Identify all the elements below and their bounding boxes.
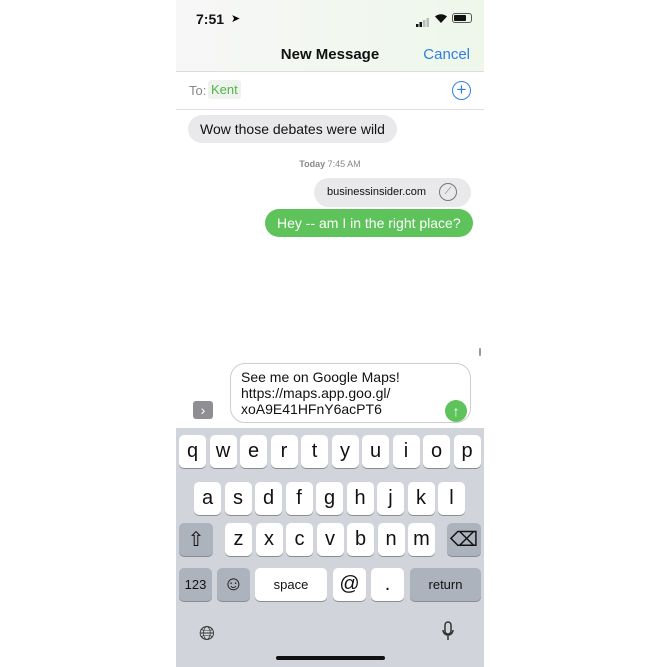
key-z[interactable]: z bbox=[225, 523, 252, 556]
key-m[interactable]: m bbox=[408, 523, 435, 556]
timestamp-day: Today bbox=[299, 159, 326, 169]
to-label: To: bbox=[189, 83, 207, 98]
home-indicator bbox=[276, 656, 385, 660]
received-message: Wow those debates were wild bbox=[188, 115, 397, 143]
key-k[interactable]: k bbox=[407, 482, 435, 515]
key-v[interactable]: v bbox=[316, 523, 344, 556]
location-icon: ➤ bbox=[231, 13, 241, 25]
shift-key[interactable]: ⇧ bbox=[179, 523, 213, 556]
add-contact-button[interactable]: + bbox=[452, 81, 471, 100]
key-y[interactable]: y bbox=[331, 435, 359, 468]
to-field[interactable]: To: Kent + bbox=[176, 72, 484, 110]
phone-screen: 7:51 ➤ New Message Cancel To: Kent + Wow… bbox=[176, 0, 484, 667]
key-c[interactable]: c bbox=[286, 523, 313, 556]
microphone-icon[interactable] bbox=[442, 621, 454, 645]
key-i[interactable]: i bbox=[392, 435, 420, 468]
key-q[interactable]: q bbox=[179, 435, 206, 468]
key-d[interactable]: d bbox=[255, 482, 282, 515]
scrollbar[interactable] bbox=[479, 348, 481, 356]
period-key[interactable]: . bbox=[371, 568, 404, 601]
wifi-icon bbox=[434, 11, 448, 29]
space-key[interactable]: space bbox=[255, 568, 327, 601]
delete-key[interactable]: ⌫ bbox=[447, 523, 481, 556]
compass-icon: ⟋ bbox=[439, 183, 457, 201]
key-x[interactable]: x bbox=[255, 523, 283, 556]
keyboard: q w e r t y u i o p a s d f g h j k l z x c v b n m ⇧ ⌫ 123 ☺ space @. r… bbox=[176, 428, 484, 667]
compose-line: See me on Google Maps! bbox=[241, 369, 400, 385]
key-b[interactable]: b bbox=[347, 523, 374, 556]
key-w[interactable]: w bbox=[209, 435, 237, 468]
header: 7:51 ➤ New Message Cancel bbox=[176, 0, 484, 72]
recipient-chip[interactable]: Kent bbox=[208, 80, 241, 99]
key-g[interactable]: g bbox=[316, 482, 343, 515]
link-preview[interactable]: businessinsider.com ⟋ bbox=[314, 178, 471, 207]
key-t[interactable]: t bbox=[301, 435, 328, 468]
sent-message: Hey -- am I in the right place? bbox=[265, 209, 473, 237]
return-key[interactable]: return bbox=[410, 568, 481, 601]
timestamp: Today 7:45 AM bbox=[176, 159, 484, 169]
numbers-key[interactable]: 123 bbox=[179, 568, 212, 601]
compose-line: xoA9E41HFnY6acPT6 bbox=[241, 401, 382, 417]
at-key[interactable]: @ bbox=[333, 568, 366, 601]
cancel-button[interactable]: Cancel bbox=[423, 46, 470, 63]
key-f[interactable]: f bbox=[285, 482, 313, 515]
key-s[interactable]: s bbox=[224, 482, 252, 515]
apps-expand-button[interactable]: › bbox=[193, 401, 213, 419]
status-time: 7:51 bbox=[196, 11, 225, 27]
compose-line: https://maps.app.goo.gl/ bbox=[241, 385, 391, 401]
timestamp-time: 7:45 AM bbox=[327, 159, 361, 169]
battery-icon bbox=[452, 13, 472, 23]
signal-icon bbox=[416, 14, 430, 27]
key-e[interactable]: e bbox=[240, 435, 267, 468]
key-a[interactable]: a bbox=[194, 482, 221, 515]
key-u[interactable]: u bbox=[362, 435, 389, 468]
message-input[interactable]: See me on Google Maps! https://maps.app.… bbox=[230, 363, 471, 423]
key-r[interactable]: r bbox=[270, 435, 298, 468]
key-n[interactable]: n bbox=[377, 523, 405, 556]
link-domain: businessinsider.com bbox=[327, 186, 427, 198]
globe-icon[interactable]: 🌐︎ bbox=[199, 623, 215, 646]
key-l[interactable]: l bbox=[438, 482, 465, 515]
key-h[interactable]: h bbox=[346, 482, 374, 515]
emoji-key[interactable]: ☺ bbox=[217, 568, 250, 601]
key-j[interactable]: j bbox=[377, 482, 404, 515]
send-button[interactable]: ↑ bbox=[445, 400, 467, 422]
key-o[interactable]: o bbox=[423, 435, 450, 468]
key-p[interactable]: p bbox=[453, 435, 481, 468]
